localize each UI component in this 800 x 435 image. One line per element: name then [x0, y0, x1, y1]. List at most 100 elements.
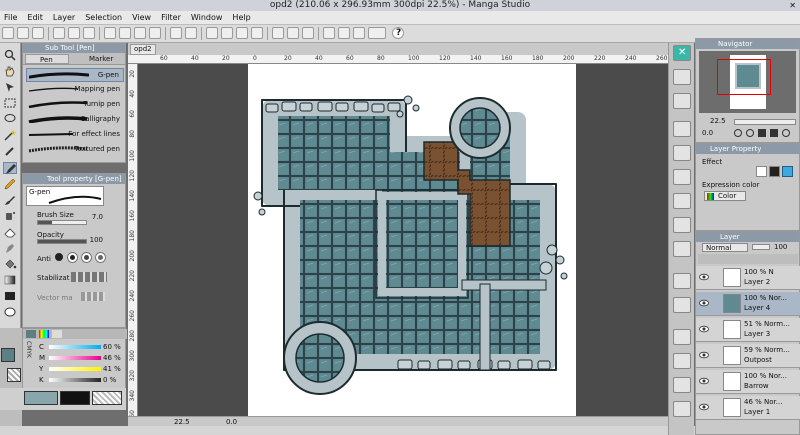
- palette-icon-4[interactable]: [673, 145, 691, 161]
- pen-tool-icon[interactable]: [3, 162, 17, 174]
- menu-view[interactable]: View: [127, 11, 156, 24]
- transparent-color-swatch[interactable]: [7, 368, 21, 382]
- window-close-icon[interactable]: ✕: [789, 1, 796, 10]
- visibility-eye-icon[interactable]: [699, 351, 709, 359]
- channel-m[interactable]: M 46 %: [27, 354, 125, 362]
- gradient-tool-icon[interactable]: [3, 274, 17, 286]
- brush-effect-lines[interactable]: For effect lines: [26, 128, 124, 142]
- hand-tool-icon[interactable]: [3, 65, 17, 77]
- deselect-icon[interactable]: [206, 27, 218, 39]
- color-swatch-transparent[interactable]: [92, 391, 122, 405]
- navigator-rotation[interactable]: 0.0: [702, 129, 713, 137]
- flip-horizontal-icon[interactable]: [758, 129, 766, 137]
- redo-icon[interactable]: [185, 27, 197, 39]
- clear-icon[interactable]: [149, 27, 161, 39]
- effect-option-3[interactable]: [782, 166, 793, 177]
- palette-icon-3[interactable]: [673, 121, 691, 137]
- color-set-tab-icon[interactable]: [39, 330, 49, 338]
- save-icon[interactable]: [32, 27, 44, 39]
- palette-icon-7[interactable]: [673, 217, 691, 233]
- rotate-right-icon[interactable]: [746, 129, 754, 137]
- channel-k[interactable]: K0 %: [27, 376, 125, 384]
- new-file-icon[interactable]: [2, 27, 14, 39]
- stabilization-control[interactable]: [71, 272, 107, 282]
- crop-icon[interactable]: [353, 27, 365, 39]
- menu-filter[interactable]: Filter: [156, 11, 186, 24]
- opacity-slider[interactable]: [37, 239, 87, 244]
- visibility-eye-icon[interactable]: [699, 377, 709, 385]
- undo-icon[interactable]: [170, 27, 182, 39]
- visibility-eye-icon[interactable]: [699, 403, 709, 411]
- layer-row[interactable]: 59 % Norm... Outpost: [696, 344, 800, 368]
- settings-icon[interactable]: [83, 27, 95, 39]
- document-tab[interactable]: opd2: [130, 44, 156, 55]
- visibility-eye-icon[interactable]: [699, 273, 709, 281]
- zoom-tool-icon[interactable]: [3, 49, 17, 61]
- print-icon[interactable]: [53, 27, 65, 39]
- fill-icon[interactable]: [236, 27, 248, 39]
- palette-icon-14[interactable]: [673, 401, 691, 417]
- frame-tool-icon[interactable]: [3, 306, 17, 318]
- canvas-page[interactable]: [248, 64, 576, 416]
- figure-tool-icon[interactable]: [3, 290, 17, 302]
- snap-grid-icon[interactable]: [287, 27, 299, 39]
- layer-row[interactable]: 100 % N Layer 2: [696, 266, 800, 290]
- invert-selection-icon[interactable]: [221, 27, 233, 39]
- brush-size-slider[interactable]: [37, 220, 87, 225]
- snap-ruler-icon[interactable]: [272, 27, 284, 39]
- layer-opacity-value[interactable]: 100: [774, 243, 787, 251]
- perspective-icon[interactable]: [338, 27, 350, 39]
- close-palette-icon[interactable]: ✕: [673, 45, 691, 61]
- visibility-eye-icon[interactable]: [699, 299, 709, 307]
- transform-icon[interactable]: [251, 27, 263, 39]
- brush-turnip-pen[interactable]: Turnip pen: [26, 98, 124, 112]
- tool-dropdown-icon[interactable]: [368, 27, 386, 39]
- layer-row[interactable]: 100 % Nor... Layer 4: [696, 292, 800, 316]
- layer-row[interactable]: 46 % Nor... Layer 1: [696, 396, 800, 420]
- palette-icon-6[interactable]: [673, 193, 691, 209]
- menu-help[interactable]: Help: [227, 11, 255, 24]
- paste-icon[interactable]: [134, 27, 146, 39]
- palette-icon-13[interactable]: [673, 377, 691, 393]
- channel-y[interactable]: Y 41 %: [27, 365, 125, 373]
- airbrush-tool-icon[interactable]: [3, 210, 17, 222]
- anti-alias-options[interactable]: [55, 252, 117, 263]
- navigator-zoom-slider[interactable]: [734, 119, 796, 125]
- layer-row[interactable]: 51 % Norm... Layer 3: [696, 318, 800, 342]
- menu-window[interactable]: Window: [186, 11, 228, 24]
- tab-marker[interactable]: Marker: [75, 54, 123, 64]
- cut-icon[interactable]: [104, 27, 116, 39]
- fill-tool-icon[interactable]: [3, 258, 17, 270]
- rotate-left-icon[interactable]: [734, 129, 742, 137]
- menu-selection[interactable]: Selection: [80, 11, 127, 24]
- blend-mode-select[interactable]: Normal: [702, 243, 748, 252]
- brush-calligraphy[interactable]: Calligraphy: [26, 113, 124, 127]
- opacity-value[interactable]: 100: [83, 236, 103, 244]
- tab-pen[interactable]: Pen: [25, 54, 69, 64]
- brush-tool-icon[interactable]: [3, 194, 17, 206]
- palette-icon-8[interactable]: [673, 241, 691, 257]
- lasso-tool-icon[interactable]: [3, 113, 17, 125]
- palette-icon-10[interactable]: [673, 297, 691, 313]
- navigator-preview[interactable]: [699, 51, 796, 113]
- snap-special-icon[interactable]: [302, 27, 314, 39]
- visibility-eye-icon[interactable]: [699, 325, 709, 333]
- menu-layer[interactable]: Layer: [48, 11, 80, 24]
- palette-icon-11[interactable]: [673, 329, 691, 345]
- color-swatch-black[interactable]: [60, 391, 90, 405]
- navigator-zoom[interactable]: 22.5: [710, 117, 726, 125]
- color-slider-tab-icon[interactable]: [52, 330, 62, 338]
- copy-icon[interactable]: [119, 27, 131, 39]
- palette-icon-5[interactable]: [673, 169, 691, 185]
- menu-file[interactable]: File: [0, 11, 22, 24]
- main-color-swatch[interactable]: [1, 348, 15, 362]
- ruler-icon[interactable]: [323, 27, 335, 39]
- flip-vertical-icon[interactable]: [770, 129, 778, 137]
- move-tool-icon[interactable]: [3, 81, 17, 93]
- channel-c[interactable]: C 60 %: [27, 343, 125, 351]
- reset-view-icon[interactable]: [782, 129, 790, 137]
- vector-eraser-control[interactable]: [81, 292, 105, 301]
- expression-color-select[interactable]: Color: [704, 191, 746, 201]
- brush-mapping-pen[interactable]: Mapping pen: [26, 83, 124, 97]
- selection-tool-icon[interactable]: [3, 97, 17, 109]
